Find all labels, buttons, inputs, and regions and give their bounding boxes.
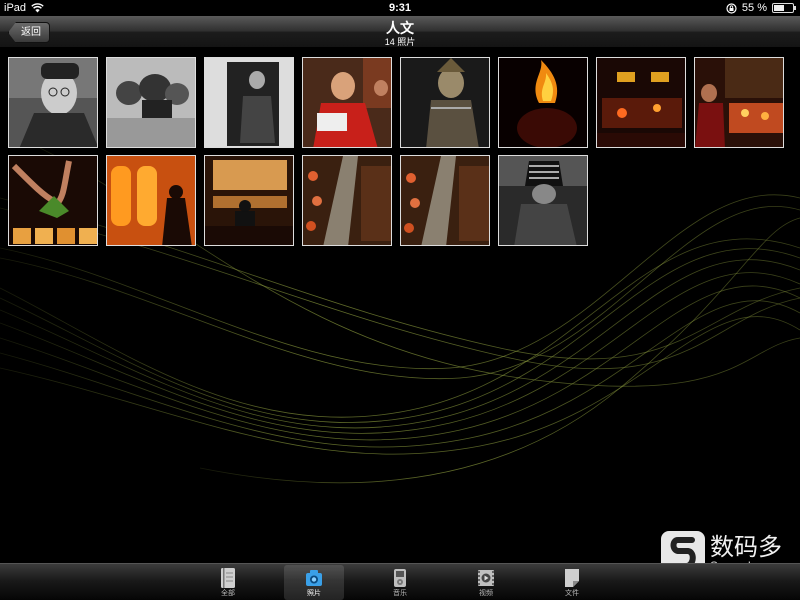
photo-thumbnail[interactable] [204, 57, 294, 148]
photo-thumbnail[interactable] [596, 57, 686, 148]
photo-thumbnail[interactable] [498, 57, 588, 148]
tab-video[interactable]: 视频 [456, 565, 516, 600]
battery-fill [774, 5, 784, 11]
tab-music[interactable]: 音乐 [370, 565, 430, 600]
tab-label: 文件 [565, 590, 579, 597]
photo-thumbnail[interactable] [498, 155, 588, 246]
status-time: 9:31 [388, 2, 412, 14]
photo-thumbnail[interactable] [400, 57, 490, 148]
lock-rotation-icon [726, 2, 737, 14]
notebook-icon [221, 568, 235, 588]
tab-all[interactable]: 全部 [198, 565, 258, 600]
tab-label: 视频 [479, 590, 493, 597]
tab-label: 音乐 [393, 590, 407, 597]
photo-thumbnail[interactable] [400, 155, 490, 246]
tab-bar: 全部 照片 音乐 视频 文件 [0, 563, 800, 600]
battery-icon [772, 3, 796, 13]
video-icon [478, 570, 494, 586]
photo-thumbnail[interactable] [302, 155, 392, 246]
watermark-brand-cn: 数码多 [710, 533, 782, 561]
battery-percent: 55 % [741, 2, 767, 14]
music-player-icon [394, 569, 406, 587]
status-bar: iPad 9:31 55 % [0, 0, 800, 16]
tab-photos[interactable]: 照片 [284, 565, 344, 600]
photo-thumbnail[interactable] [106, 57, 196, 148]
tab-label: 照片 [307, 590, 321, 597]
photo-thumbnail[interactable] [204, 155, 294, 246]
photo-thumbnail[interactable] [302, 57, 392, 148]
photo-count: 14 照片 [384, 37, 416, 47]
tab-files[interactable]: 文件 [542, 565, 602, 600]
photo-thumbnail[interactable] [8, 155, 98, 246]
photo-thumbnail[interactable] [694, 57, 784, 148]
navigation-bar: 返回 人文 14 照片 [0, 16, 800, 48]
photo-thumbnail[interactable] [8, 57, 98, 148]
camera-icon [306, 570, 322, 586]
status-right: 55 % [726, 0, 796, 16]
tab-label: 全部 [221, 590, 235, 597]
document-icon [565, 569, 579, 587]
photo-thumbnail[interactable] [106, 155, 196, 246]
